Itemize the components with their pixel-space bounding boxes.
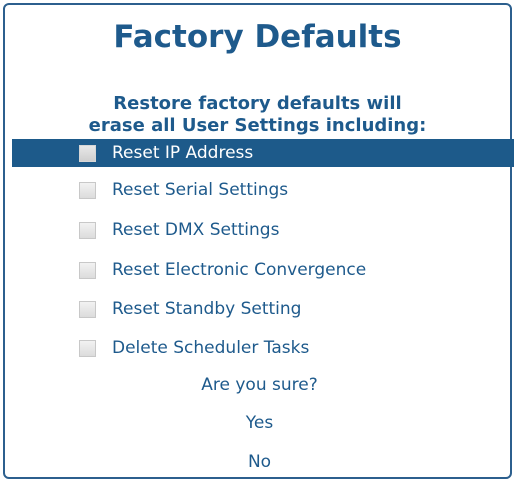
subtitle-line-2: erase all User Settings including: [88, 115, 427, 136]
reset-electronic-convergence-checkbox[interactable] [79, 261, 96, 279]
subtitle-line-1: Restore factory defaults will [113, 93, 402, 114]
option-delete-scheduler-tasks[interactable]: Delete Scheduler Tasks [12, 334, 514, 362]
reset-serial-settings-checkbox[interactable] [79, 181, 96, 199]
option-label: Reset DMX Settings [112, 220, 280, 240]
delete-scheduler-tasks-checkbox[interactable] [79, 339, 96, 357]
option-label: Delete Scheduler Tasks [112, 338, 310, 358]
option-reset-standby-setting[interactable]: Reset Standby Setting [12, 295, 514, 323]
option-label: Reset Serial Settings [112, 180, 289, 200]
confirm-question: Are you sure? [201, 375, 318, 395]
option-label: Reset Standby Setting [112, 299, 302, 319]
option-reset-dmx-settings[interactable]: Reset DMX Settings [12, 216, 514, 244]
reset-standby-setting-checkbox[interactable] [79, 300, 96, 318]
option-label: Reset Electronic Convergence [112, 260, 367, 280]
option-label: Reset IP Address [112, 143, 254, 163]
option-reset-ip-address[interactable]: Reset IP Address [12, 139, 514, 167]
option-reset-electronic-convergence[interactable]: Reset Electronic Convergence [12, 256, 514, 284]
no-button[interactable]: No [0, 452, 519, 472]
yes-button[interactable]: Yes [0, 413, 519, 433]
option-reset-serial-settings[interactable]: Reset Serial Settings [12, 176, 514, 204]
reset-dmx-settings-checkbox[interactable] [79, 221, 96, 239]
reset-ip-address-checkbox[interactable] [79, 144, 96, 162]
dialog-title: Factory Defaults [113, 19, 402, 55]
dialog-subtitle: Restore factory defaults will erase all … [5, 93, 510, 137]
